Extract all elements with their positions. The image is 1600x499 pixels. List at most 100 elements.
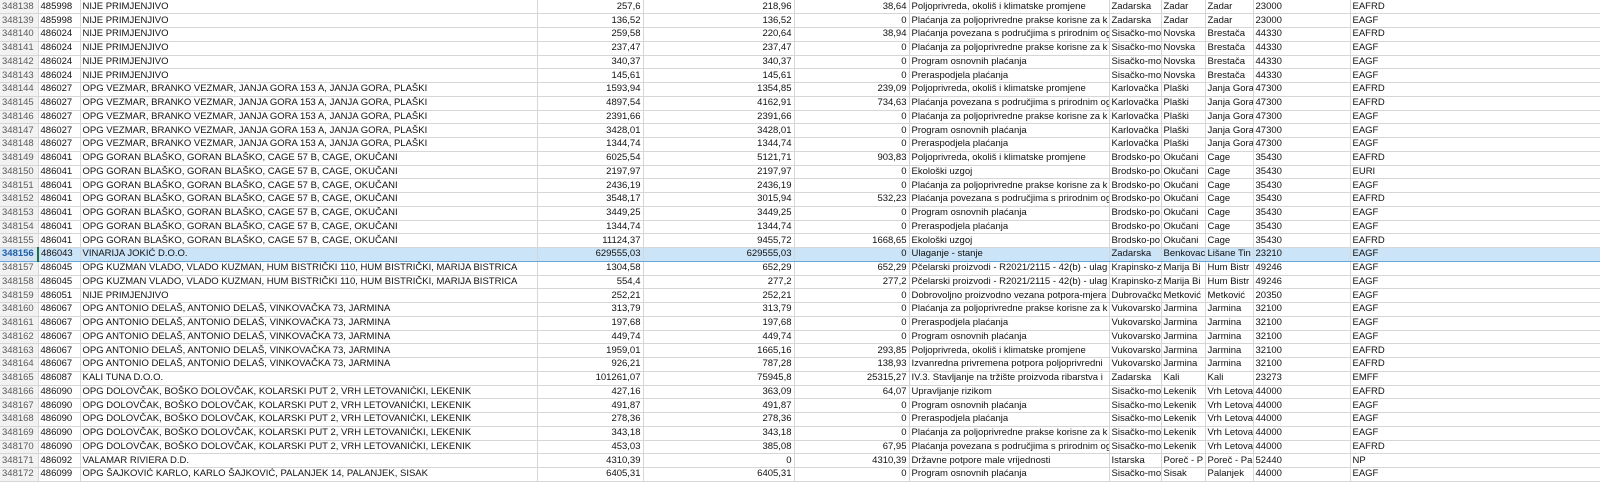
cell-national-amount[interactable]: 652,29 [794, 261, 910, 276]
cell-municipality[interactable]: Okučani [1161, 151, 1206, 166]
cell-place[interactable]: Janja Gora [1205, 96, 1254, 111]
cell-eu-amount[interactable]: 652,29 [643, 261, 795, 276]
cell-total-amount[interactable]: 259,58 [537, 27, 644, 42]
cell-eu-amount[interactable]: 2436,19 [643, 178, 795, 193]
table-row[interactable]: 348155 486041 OPG GORAN BLAŠKO, GORAN BLAŠ… [0, 233, 1600, 248]
cell-measure[interactable]: Preraspodjela plaćanja [909, 220, 1110, 235]
table-row[interactable]: 348162 486067 OPG ANTONIO DELAŠ, ANTONIO D… [0, 330, 1600, 345]
cell-beneficiary[interactable]: OPG KUZMAN VLADO, VLADO KUZMAN, HUM BIST… [80, 261, 538, 276]
cell-municipality[interactable]: Poreč - P [1161, 453, 1206, 468]
cell-eu-amount[interactable]: 197,68 [643, 316, 795, 331]
cell-postal-code[interactable]: 35430 [1253, 233, 1351, 248]
cell-postal-code[interactable]: 52440 [1253, 453, 1351, 468]
cell-id[interactable]: 486043 [37, 247, 81, 262]
cell-beneficiary[interactable]: OPG ANTONIO DELAŠ, ANTONIO DELAŠ, VINKOV… [80, 357, 538, 372]
cell-fund[interactable]: EAFRD [1350, 27, 1600, 42]
cell-postal-code[interactable]: 35430 [1253, 220, 1351, 235]
cell-id[interactable]: 486027 [38, 110, 81, 125]
cell-place[interactable]: Janja Gora [1205, 82, 1254, 97]
table-row[interactable]: 348147 486027 OPG VEZMAR, BRANKO VEZMAR, J… [0, 123, 1600, 138]
cell-eu-amount[interactable]: 278,36 [643, 412, 795, 427]
cell-measure[interactable]: Plaćanja za poljoprivredne prakse korisn… [909, 41, 1110, 56]
cell-eu-amount[interactable]: 449,74 [643, 330, 795, 345]
cell-county[interactable]: Zadarska [1109, 13, 1162, 28]
cell-municipality[interactable]: Kali [1161, 371, 1206, 386]
cell-fund[interactable]: EAFRD [1350, 96, 1600, 111]
cell-eu-amount[interactable]: 252,21 [643, 288, 795, 303]
cell-measure[interactable]: Plaćanja za poljoprivredne prakse korisn… [909, 426, 1110, 441]
cell-county[interactable]: Brodsko-po [1109, 192, 1162, 207]
cell-county[interactable]: Brodsko-po [1109, 233, 1162, 248]
table-row[interactable]: 348168 486090 OPG DOLOVČAK, BOŠKO DOLOVČAK… [0, 412, 1600, 427]
cell-fund[interactable]: EAFRD [1350, 385, 1600, 400]
cell-beneficiary[interactable]: NIJE PRIMJENJIVO [80, 27, 538, 42]
cell-postal-code[interactable]: 44000 [1253, 398, 1351, 413]
cell-fund[interactable]: EAGF [1350, 178, 1600, 193]
row-header[interactable]: 348140 [0, 27, 39, 42]
cell-county[interactable]: Brodsko-po [1109, 178, 1162, 193]
cell-eu-amount[interactable]: 3015,94 [643, 192, 795, 207]
cell-measure[interactable]: Ulaganje - stanje [909, 247, 1110, 262]
cell-id[interactable]: 485998 [38, 0, 81, 15]
cell-county[interactable]: Sisačko-mo [1109, 398, 1162, 413]
cell-eu-amount[interactable]: 491,87 [643, 398, 795, 413]
cell-place[interactable]: Jarmina [1205, 302, 1254, 317]
cell-county[interactable]: Brodsko-po [1109, 165, 1162, 180]
cell-municipality[interactable]: Plaški [1161, 82, 1206, 97]
cell-measure[interactable]: Državne potpore male vrijednosti [909, 453, 1110, 468]
cell-total-amount[interactable]: 197,68 [537, 316, 644, 331]
cell-id[interactable]: 486090 [38, 398, 81, 413]
cell-place[interactable]: Cage [1205, 178, 1254, 193]
cell-measure[interactable]: Plaćanja za poljoprivredne prakse korisn… [909, 110, 1110, 125]
cell-eu-amount[interactable]: 343,18 [643, 426, 795, 441]
cell-id[interactable]: 486067 [38, 330, 81, 345]
cell-county[interactable]: Sisačko-mo [1109, 440, 1162, 455]
cell-place[interactable]: Jarmina [1205, 330, 1254, 345]
cell-total-amount[interactable]: 629555,03 [537, 247, 644, 262]
cell-national-amount[interactable]: 0 [794, 178, 910, 193]
cell-total-amount[interactable]: 3428,01 [537, 123, 644, 138]
cell-county[interactable]: Zadarska [1109, 0, 1162, 15]
cell-measure[interactable]: Upravljanje rizikom [909, 385, 1110, 400]
cell-place[interactable]: Kali [1205, 371, 1254, 386]
cell-national-amount[interactable]: 0 [794, 467, 910, 482]
row-header[interactable]: 348168 [0, 412, 39, 427]
cell-national-amount[interactable]: 0 [794, 137, 910, 152]
cell-eu-amount[interactable]: 3449,25 [643, 206, 795, 221]
cell-municipality[interactable]: Zadar [1161, 13, 1206, 28]
cell-place[interactable]: Brestača [1205, 68, 1254, 83]
cell-county[interactable]: Vukovarsko [1109, 343, 1162, 358]
cell-postal-code[interactable]: 44000 [1253, 385, 1351, 400]
cell-place[interactable]: Brestača [1205, 41, 1254, 56]
row-header[interactable]: 348167 [0, 398, 39, 413]
table-row[interactable]: 348169 486090 OPG DOLOVČAK, BOŠKO DOLOVČAK… [0, 426, 1600, 441]
cell-measure[interactable]: Program osnovnih plaćanja [909, 206, 1110, 221]
cell-postal-code[interactable]: 44000 [1253, 467, 1351, 482]
cell-municipality[interactable]: Novska [1161, 55, 1206, 70]
cell-national-amount[interactable]: 4310,39 [794, 453, 910, 468]
cell-fund[interactable]: EAFRD [1350, 233, 1600, 248]
row-header[interactable]: 348149 [0, 151, 39, 166]
cell-national-amount[interactable]: 277,2 [794, 275, 910, 290]
cell-national-amount[interactable]: 38,64 [794, 0, 910, 15]
table-row[interactable]: 348164 486067 OPG ANTONIO DELAŠ, ANTONIO D… [0, 357, 1600, 372]
table-row[interactable]: 348161 486067 OPG ANTONIO DELAŠ, ANTONIO D… [0, 316, 1600, 331]
cell-beneficiary[interactable]: OPG GORAN BLAŠKO, GORAN BLAŠKO, CAGE 57 … [80, 220, 538, 235]
cell-municipality[interactable]: Jarmina [1161, 302, 1206, 317]
cell-beneficiary[interactable]: VINARIJA JOKIĆ D.O.O. [80, 247, 538, 262]
row-header[interactable]: 348171 [0, 453, 39, 468]
cell-total-amount[interactable]: 101261,07 [537, 371, 644, 386]
cell-county[interactable]: Istarska [1109, 453, 1162, 468]
cell-national-amount[interactable]: 1668,65 [794, 233, 910, 248]
cell-place[interactable]: Palanjek [1205, 467, 1254, 482]
table-row[interactable]: 348151 486041 OPG GORAN BLAŠKO, GORAN BLAŠ… [0, 178, 1600, 193]
cell-postal-code[interactable]: 47300 [1253, 137, 1351, 152]
cell-national-amount[interactable]: 0 [794, 302, 910, 317]
cell-measure[interactable]: Poljoprivreda, okoliš i klimatske promje… [909, 0, 1110, 15]
row-header[interactable]: 348151 [0, 178, 39, 193]
cell-eu-amount[interactable]: 218,96 [643, 0, 795, 15]
cell-id[interactable]: 486045 [38, 261, 81, 276]
cell-national-amount[interactable]: 903,83 [794, 151, 910, 166]
cell-county[interactable]: Zadarska [1109, 371, 1162, 386]
cell-total-amount[interactable]: 1959,01 [537, 343, 644, 358]
